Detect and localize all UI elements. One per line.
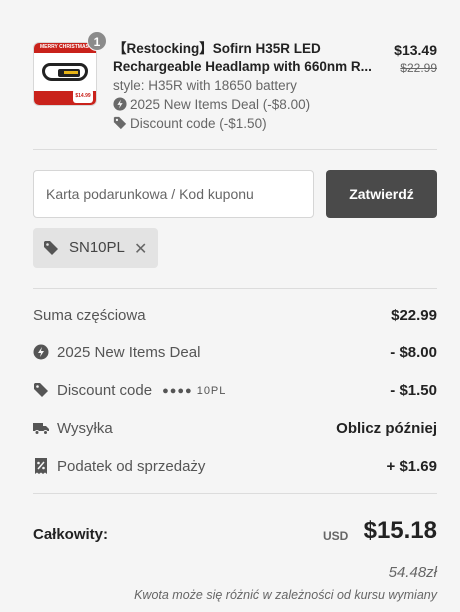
thumbnail-banner: MERRY CHRISTMAS [40, 44, 89, 50]
product-title: 【Restocking】Sofirn H35R LED Rechargeable… [113, 41, 372, 74]
product-discount: Discount code (-$1.50) [113, 114, 383, 133]
divider [33, 149, 437, 150]
tax-row: Podatek od sprzedaży + $1.69 [33, 458, 437, 480]
product-style: style: H35R with 18650 battery [113, 78, 297, 93]
deal-label: 2025 New Items Deal [57, 344, 201, 361]
close-icon[interactable]: ✕ [134, 239, 147, 259]
product-prices: $13.49 $22.99 [394, 42, 437, 75]
divider [33, 288, 437, 289]
bolt-icon [113, 97, 127, 111]
local-currency-amount: 54.48zł [388, 564, 437, 581]
apply-coupon-button[interactable]: Zatwierdź [326, 170, 437, 218]
subtotal-value: $22.99 [391, 307, 437, 324]
line-item: MERRY CHRISTMAS $14.99 1 【Restocking】Sof… [33, 31, 437, 134]
applied-coupon-code: SN10PL [69, 239, 125, 256]
truck-icon [33, 423, 49, 435]
tag-icon [44, 241, 58, 255]
total-amount: $15.18 [363, 517, 437, 544]
tax-label: Podatek od sprzedaży [57, 458, 206, 475]
applied-coupon-chip: SN10PL ✕ [33, 228, 158, 268]
product-thumbnail: MERRY CHRISTMAS $14.99 [33, 42, 97, 106]
coupon-input[interactable] [33, 170, 314, 218]
exchange-rate-note: Kwota może się różnić w zależności od ku… [134, 588, 437, 602]
subtotal-label: Suma częściowa [33, 307, 146, 324]
product-deal: 2025 New Items Deal (-$8.00) [113, 95, 383, 114]
bolt-icon [33, 344, 49, 360]
product-info: 【Restocking】Sofirn H35R LED Rechargeable… [113, 40, 383, 133]
product-price: $13.49 [394, 42, 437, 58]
deal-row: 2025 New Items Deal - $8.00 [33, 344, 437, 366]
total-label: Całkowity: [33, 526, 109, 543]
subtotal-row: Suma częściowa $22.99 [33, 307, 437, 329]
divider [33, 493, 437, 494]
shipping-label: Wysyłka [57, 420, 113, 437]
total-currency: USD [323, 529, 349, 543]
receipt-percent-icon [35, 458, 47, 474]
discount-value: - $1.50 [390, 382, 437, 399]
shipping-row: Wysyłka Oblicz później [33, 420, 437, 442]
discount-label: Discount code [57, 382, 153, 399]
tag-icon [113, 116, 127, 130]
deal-value: - $8.00 [390, 344, 437, 361]
shipping-value: Oblicz później [336, 420, 437, 437]
thumbnail-price: $14.99 [73, 89, 93, 103]
compare-at-price: $22.99 [400, 61, 437, 75]
discount-code-masked: ●●●● 10PL [162, 385, 227, 397]
tax-value: + $1.69 [386, 458, 437, 475]
quantity-badge: 1 [87, 31, 107, 51]
discount-row: Discount code ●●●● 10PL - $1.50 [33, 382, 437, 404]
tag-icon [34, 383, 48, 397]
